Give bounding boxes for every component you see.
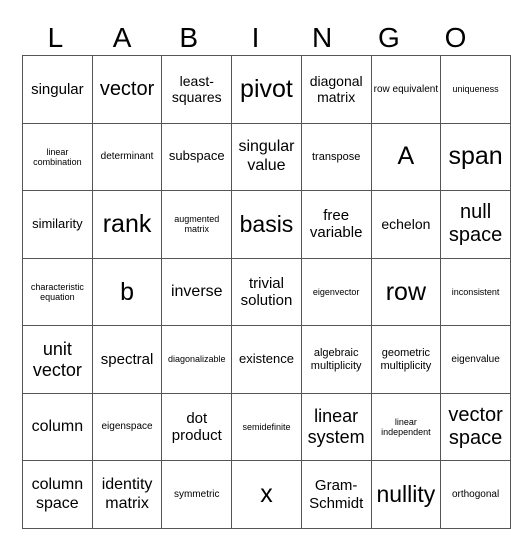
bingo-cell[interactable]: dot product xyxy=(161,392,233,462)
bingo-cell[interactable]: characteristic equation xyxy=(22,257,93,327)
bingo-row: characteristic equation b inverse trivia… xyxy=(22,257,511,327)
header-letter: A xyxy=(112,22,132,53)
bingo-cell[interactable]: spectral xyxy=(91,325,163,394)
bingo-cell[interactable]: column space xyxy=(22,460,93,529)
bingo-cell[interactable]: linear system xyxy=(300,392,372,462)
bingo-row: linear combination determinant subspace … xyxy=(22,122,511,192)
bingo-cell[interactable]: null space xyxy=(440,190,511,259)
bingo-cell[interactable]: subspace xyxy=(161,122,233,192)
bingo-cell[interactable]: identity matrix xyxy=(91,460,163,529)
bingo-cell[interactable]: transpose xyxy=(300,122,372,192)
bingo-cell[interactable]: row xyxy=(370,257,442,327)
bingo-cell[interactable]: Gram-Schmidt xyxy=(300,460,372,529)
bingo-cell[interactable]: semidefinite xyxy=(231,392,302,462)
bingo-cell[interactable]: row equivalent xyxy=(370,55,442,124)
bingo-cell[interactable]: least-squares xyxy=(161,55,233,124)
bingo-cell[interactable]: x xyxy=(231,460,302,529)
bingo-cell[interactable]: vector space xyxy=(440,392,511,462)
bingo-row: singular vector least-squares pivot diag… xyxy=(22,55,511,124)
bingo-cell[interactable]: geometric multiplicity xyxy=(370,325,442,394)
bingo-card: singular vector least-squares pivot diag… xyxy=(22,55,511,529)
bingo-cell[interactable]: free variable xyxy=(300,190,372,259)
header-letter: B xyxy=(179,22,199,53)
bingo-cell[interactable]: inconsistent xyxy=(440,257,511,327)
bingo-cell[interactable]: singular value xyxy=(231,122,302,192)
bingo-cell[interactable]: algebraic multiplicity xyxy=(300,325,372,394)
bingo-cell[interactable]: existence xyxy=(231,325,302,394)
header-letter: L xyxy=(47,22,64,53)
bingo-cell[interactable]: basis xyxy=(231,190,302,259)
bingo-cell[interactable]: diagonal matrix xyxy=(300,55,372,124)
bingo-cell[interactable]: eigenvector xyxy=(300,257,372,327)
bingo-cell[interactable]: similarity xyxy=(22,190,93,259)
bingo-cell[interactable]: b xyxy=(91,257,163,327)
bingo-cell[interactable]: symmetric xyxy=(161,460,233,529)
bingo-cell[interactable]: rank xyxy=(91,190,163,259)
bingo-cell[interactable]: unit vector xyxy=(22,325,93,394)
bingo-cell[interactable]: linear independent xyxy=(370,392,442,462)
header-letter: N xyxy=(312,22,333,53)
bingo-cell[interactable]: diagonalizable xyxy=(161,325,233,394)
bingo-row: unit vector spectral diagonalizable exis… xyxy=(22,325,511,394)
bingo-cell[interactable]: inverse xyxy=(161,257,233,327)
bingo-cell[interactable]: span xyxy=(440,122,511,192)
bingo-cell[interactable]: linear combination xyxy=(22,122,93,192)
bingo-cell[interactable]: eigenvalue xyxy=(440,325,511,394)
bingo-header: L A B I N G O xyxy=(22,20,489,55)
bingo-cell[interactable]: vector xyxy=(91,55,163,124)
bingo-cell[interactable]: uniqueness xyxy=(440,55,511,124)
bingo-cell[interactable]: singular xyxy=(22,55,93,124)
header-letter: O xyxy=(444,22,467,53)
bingo-row: column space identity matrix symmetric x… xyxy=(22,460,511,529)
bingo-cell[interactable]: augmented matrix xyxy=(161,190,233,259)
bingo-cell[interactable]: pivot xyxy=(231,55,302,124)
bingo-cell[interactable]: A xyxy=(370,122,442,192)
bingo-cell[interactable]: orthogonal xyxy=(440,460,511,529)
header-letter: G xyxy=(377,22,400,53)
bingo-cell[interactable]: echelon xyxy=(370,190,442,259)
bingo-cell[interactable]: trivial solution xyxy=(231,257,302,327)
bingo-row: similarity rank augmented matrix basis f… xyxy=(22,190,511,259)
bingo-row: column eigenspace dot product semidefini… xyxy=(22,392,511,462)
bingo-cell[interactable]: determinant xyxy=(91,122,163,192)
bingo-cell[interactable]: nullity xyxy=(370,460,442,529)
bingo-cell[interactable]: eigenspace xyxy=(91,392,163,462)
bingo-cell[interactable]: column xyxy=(22,392,93,462)
header-letter: I xyxy=(251,22,260,53)
